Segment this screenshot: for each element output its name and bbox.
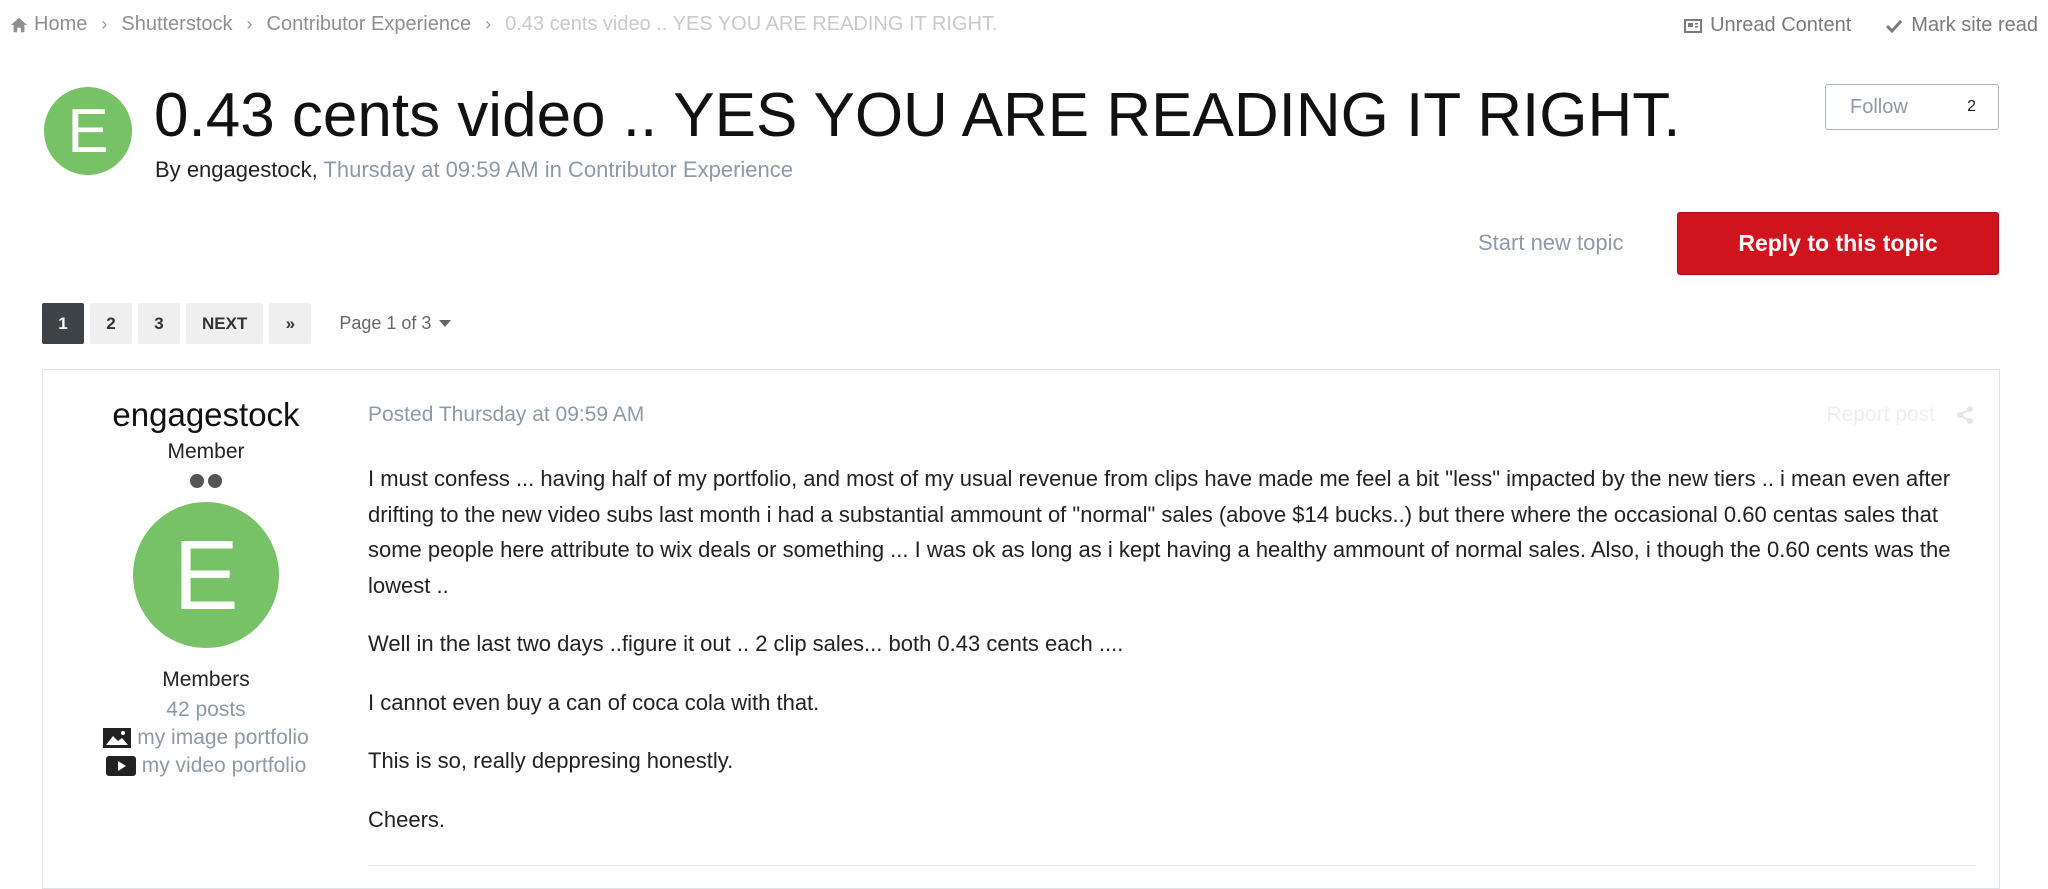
post-divider [368, 865, 1975, 866]
follow-button[interactable]: Follow 2 [1825, 84, 1999, 130]
breadcrumb: Home › Shutterstock › Contributor Experi… [10, 13, 998, 36]
image-portfolio-link[interactable]: my image portfolio [43, 726, 369, 750]
last-page-button[interactable]: » [269, 303, 312, 344]
topic-author-link[interactable]: engagestock, [187, 157, 318, 182]
start-new-topic-link[interactable]: Start new topic [1478, 230, 1624, 256]
chevron-right-icon: › [246, 14, 253, 34]
page-3-button[interactable]: 3 [138, 303, 180, 344]
topic-author-avatar[interactable]: E [44, 87, 132, 175]
report-post-link[interactable]: Report post [1826, 403, 1935, 427]
page-jump-dropdown[interactable]: Page 1 of 3 [339, 313, 452, 334]
next-page-button[interactable]: NEXT [186, 303, 264, 344]
page-1-button[interactable]: 1 [42, 303, 84, 344]
rank-pips [43, 474, 369, 488]
video-play-icon [105, 756, 136, 776]
topic-byline: By engagestock, Thursday at 09:59 AM in … [155, 157, 793, 183]
page-info-label: Page 1 of 3 [339, 313, 432, 333]
newspaper-icon [1684, 18, 1703, 33]
post-paragraph: I must confess ... having half of my por… [368, 466, 1951, 598]
post-author-panel: engagestock Member E Members 42 posts my… [43, 370, 369, 778]
byline-prefix: By [155, 157, 181, 182]
breadcrumb-shutterstock[interactable]: Shutterstock [121, 13, 232, 36]
image-icon [103, 728, 132, 748]
follow-label: Follow [1850, 95, 1908, 118]
pagination: 1 2 3 NEXT » Page 1 of 3 [42, 303, 452, 344]
post-author-avatar[interactable]: E [133, 502, 279, 648]
post-author-role: Member [167, 440, 245, 463]
chevron-right-icon: › [485, 14, 492, 34]
post-author-group: Members [162, 668, 250, 691]
page-2-button[interactable]: 2 [90, 303, 132, 344]
breadcrumb-current: 0.43 cents video .. YES YOU ARE READING … [505, 13, 998, 35]
reply-to-topic-button[interactable]: Reply to this topic [1677, 212, 1999, 275]
follower-count: 2 [1967, 98, 1976, 115]
post-author-name[interactable]: engagestock [43, 396, 369, 434]
breadcrumb-contributor-experience[interactable]: Contributor Experience [267, 13, 472, 36]
post-date[interactable]: Posted Thursday at 09:59 AM [368, 403, 644, 427]
unread-content-label: Unread Content [1710, 14, 1852, 36]
top-links: Unread Content Mark site read [1650, 14, 2038, 37]
unread-content-link[interactable]: Unread Content [1684, 14, 1851, 37]
check-icon [1886, 19, 1903, 33]
breadcrumb-home[interactable]: Home [34, 13, 87, 36]
video-portfolio-label: my video portfolio [141, 754, 307, 777]
double-chevron-right-icon: » [285, 313, 296, 333]
post-paragraph: I cannot even buy a can of coca cola wit… [368, 689, 820, 715]
post-paragraph: Cheers. [368, 806, 446, 832]
video-portfolio-link[interactable]: my video portfolio [43, 754, 369, 778]
page-title: 0.43 cents video .. YES YOU ARE READING … [154, 81, 1681, 150]
post-content: I must confess ... having half of my por… [368, 461, 1980, 860]
post-paragraph: Well in the last two days ..figure it ou… [368, 631, 1124, 656]
chevron-right-icon: › [101, 14, 108, 34]
post: engagestock Member E Members 42 posts my… [42, 369, 2000, 889]
image-portfolio-label: my image portfolio [137, 726, 309, 749]
caret-down-icon [439, 320, 452, 327]
mark-site-read-link[interactable]: Mark site read [1885, 14, 2038, 37]
mark-site-read-label: Mark site read [1911, 14, 2038, 36]
topic-date-forum[interactable]: Thursday at 09:59 AM in Contributor Expe… [323, 157, 793, 182]
post-author-post-count: 42 posts [166, 698, 246, 721]
home-icon [10, 17, 28, 32]
post-paragraph: This is so, really deppresing honestly. [368, 748, 734, 773]
share-icon[interactable] [1955, 405, 1975, 425]
